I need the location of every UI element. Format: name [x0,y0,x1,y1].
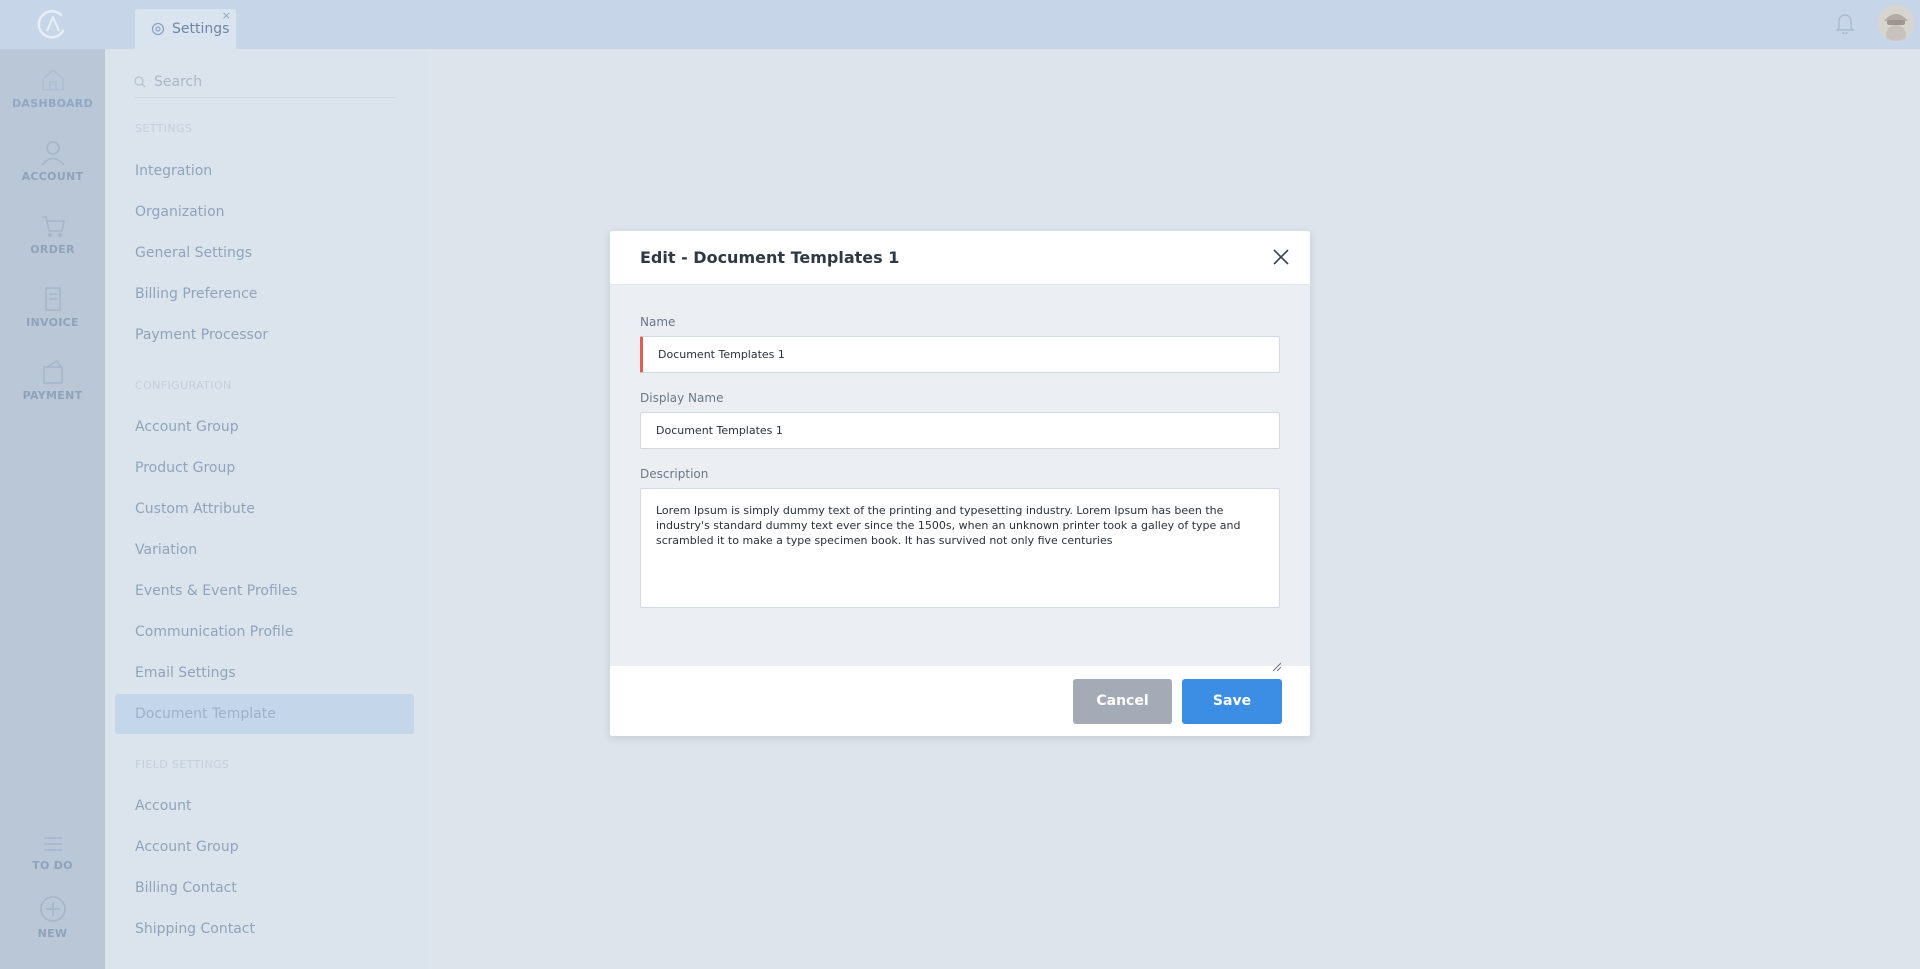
user-icon [40,141,65,166]
description-label: Description [640,467,709,481]
display-name-label: Display Name [640,391,724,405]
nav-item-communication-profile[interactable]: Communication Profile [135,624,293,640]
cart-icon [41,216,65,237]
rail-item-invoice[interactable]: INVOICE [0,286,105,329]
modal-title: Edit - Document Templates 1 [640,248,900,267]
nav-item-integration[interactable]: Integration [135,163,212,179]
rail-label: INVOICE [26,316,79,329]
name-field-group: Name [640,315,1280,373]
close-icon[interactable] [1270,246,1292,268]
nav-item-payment-processor[interactable]: Payment Processor [135,327,268,343]
nav-item-billing-contact[interactable]: Billing Contact [135,880,237,896]
nav-item-variation[interactable]: Variation [135,542,197,558]
user-avatar[interactable] [1878,5,1914,41]
cancel-button[interactable]: Cancel [1073,678,1172,724]
rail-label: NEW [37,927,68,940]
nav-item-product-group[interactable]: Product Group [135,460,235,476]
rail-item-todo[interactable]: TO DO [0,833,105,872]
list-icon [43,837,62,851]
nav-item-document-template[interactable]: Document Template [115,694,414,734]
settings-panel: Search SETTINGS Integration Organization… [105,49,426,969]
save-button[interactable]: Save [1182,678,1282,724]
rail-label: ORDER [30,243,75,256]
rail-label: ACCOUNT [21,170,84,183]
nav-item-events[interactable]: Events & Event Profiles [135,583,298,599]
nav-item-field-account-group[interactable]: Account Group [135,839,239,855]
gear-icon [151,22,165,36]
rail-item-dashboard[interactable]: DASHBOARD [0,67,105,110]
search-icon [134,75,146,87]
invoice-icon [44,287,61,311]
nav-item-account-group[interactable]: Account Group [135,419,239,435]
tab-close-icon[interactable]: × [222,10,231,21]
bell-icon[interactable] [1835,12,1855,34]
display-name-input[interactable] [640,412,1280,449]
search-placeholder: Search [154,73,203,90]
edit-document-template-modal: Edit - Document Templates 1 Name Display… [610,231,1310,736]
top-bar: Settings × [0,0,1920,49]
name-label: Name [640,315,676,329]
section-title-configuration: CONFIGURATION [135,379,232,392]
nav-item-field-account[interactable]: Account [135,798,192,814]
rail-label: DASHBOARD [11,97,94,110]
section-title-field-settings: FIELD SETTINGS [135,758,230,771]
nav-item-organization[interactable]: Organization [135,204,225,220]
search-input[interactable]: Search [134,66,396,98]
rail-label: TO DO [32,859,73,872]
resize-grip-icon[interactable] [1271,661,1281,671]
rail-item-payment[interactable]: PAYMENT [0,359,105,402]
tab-label: Settings [172,21,230,37]
modal-header: Edit - Document Templates 1 [610,231,1310,285]
nav-item-general-settings[interactable]: General Settings [135,245,252,261]
left-rail: DASHBOARD ACCOUNT ORDER INVOICE PAYMENT [0,49,105,969]
description-field-group: Description Lorem Ipsum is simply dummy … [640,467,1280,612]
display-name-field-group: Display Name [640,391,1280,449]
nav-item-shipping-contact[interactable]: Shipping Contact [135,921,255,937]
app-logo-icon[interactable] [34,7,68,41]
rail-item-order[interactable]: ORDER [0,213,105,256]
description-textarea[interactable]: Lorem Ipsum is simply dummy text of the … [640,488,1280,608]
modal-footer: Cancel Save [610,666,1310,736]
section-title-settings: SETTINGS [135,122,193,135]
name-input[interactable] [640,336,1280,373]
nav-item-billing-preference[interactable]: Billing Preference [135,286,257,302]
rail-item-account[interactable]: ACCOUNT [0,140,105,183]
modal-body: Name Display Name Description Lorem Ipsu… [610,285,1310,671]
payment-icon [42,359,63,384]
plus-circle-icon [39,896,66,922]
rail-item-new[interactable]: NEW [0,895,105,940]
rail-label: PAYMENT [22,389,83,402]
nav-item-email-settings[interactable]: Email Settings [135,665,236,681]
nav-item-custom-attribute[interactable]: Custom Attribute [135,501,255,517]
home-icon [41,69,64,91]
tab-settings[interactable]: Settings × [135,9,236,49]
